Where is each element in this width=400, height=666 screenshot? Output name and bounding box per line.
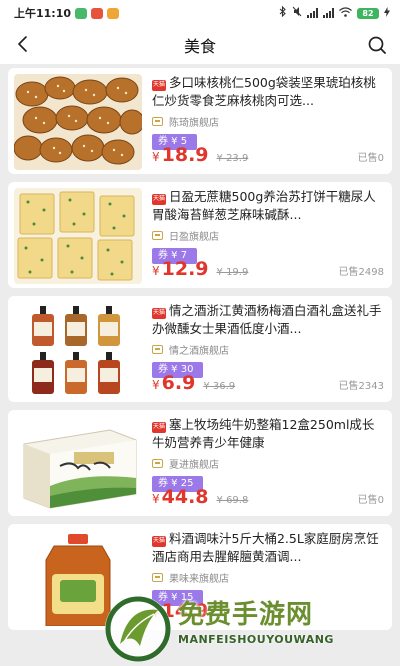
store-icon [152, 573, 163, 582]
watermark-logo-icon [105, 596, 171, 662]
product-title[interactable]: 天猫 情之酒浙江黄酒杨梅酒白酒礼盒送礼手办微醺女士果酒低度小酒... [152, 302, 384, 338]
chevron-left-icon[interactable] [14, 34, 34, 54]
product-title-text: 塞上牧场纯牛奶整箱12盒250ml成长牛奶营养青少年健康 [152, 417, 375, 450]
status-time: 上午11:10 [14, 7, 72, 20]
product-title[interactable]: 天猫 料酒调味汁5斤大桶2.5L家庭厨房烹饪酒店商用去腥解膻黄酒调... [152, 530, 384, 566]
store-icon [152, 345, 163, 354]
product-info: 天猫 日盈无蔗糖500g养治苏打饼干糖尿人胃酸海苔鲜葱芝麻味碱酥... 日盈旗舰店… [152, 188, 384, 264]
shop-name: 夏进旗舰店 [169, 460, 219, 471]
currency-symbol: ¥ [152, 150, 160, 164]
page-title: 美食 [183, 37, 216, 56]
sold-count: 已售2343 [338, 381, 384, 392]
tmall-badge: 天猫 [152, 194, 167, 205]
shop-info: 情之酒旗舰店 [152, 342, 384, 357]
product-card[interactable]: 天猫 多口味核桃仁500g袋装坚果琥珀核桃仁炒货零食芝麻核桃肉可选... 陈琦旗舰… [8, 68, 392, 174]
bluetooth-icon [279, 5, 287, 20]
app-notification-icon [75, 7, 88, 19]
product-title[interactable]: 天猫 塞上牧场纯牛奶整箱12盒250ml成长牛奶营养青少年健康 [152, 416, 384, 452]
product-title-text: 日盈无蔗糖500g养治苏打饼干糖尿人胃酸海苔鲜葱芝麻味碱酥... [152, 189, 376, 222]
shop-info: 日盈旗舰店 [152, 228, 384, 243]
sold-count: 已售0 [357, 153, 384, 164]
product-image-wine[interactable] [14, 302, 142, 398]
search-icon[interactable] [366, 34, 388, 56]
signal-icon [323, 8, 334, 18]
app-notification-icon [107, 7, 120, 19]
original-price: ¥ 69.8 [216, 495, 249, 506]
status-icons: 82 [279, 5, 390, 20]
original-price: ¥ 19.9 [216, 267, 249, 278]
watermark-subtitle: MANFEISHOUYOUWANG [178, 633, 334, 646]
product-list: 天猫 多口味核桃仁500g袋装坚果琥珀核桃仁炒货零食芝麻核桃肉可选... 陈琦旗舰… [0, 64, 400, 666]
app-notification-icon [91, 7, 104, 19]
sold-count: 已售0 [357, 495, 384, 506]
shop-name: 陈琦旗舰店 [169, 118, 219, 129]
product-card[interactable]: 天猫 情之酒浙江黄酒杨梅酒白酒礼盒送礼手办微醺女士果酒低度小酒... 情之酒旗舰店… [8, 296, 392, 402]
tmall-badge: 天猫 [152, 80, 167, 91]
tmall-badge: 天猫 [152, 422, 167, 433]
product-card[interactable]: 天猫 日盈无蔗糖500g养治苏打饼干糖尿人胃酸海苔鲜葱芝麻味碱酥... 日盈旗舰店… [8, 182, 392, 288]
shop-info: 果味来旗舰店 [152, 570, 384, 585]
status-bar: 上午11:10 82 [0, 0, 400, 26]
signal-icon [307, 8, 318, 18]
product-title-text: 情之酒浙江黄酒杨梅酒白酒礼盒送礼手办微醺女士果酒低度小酒... [152, 303, 382, 336]
price: 18.9 [161, 144, 209, 166]
site-watermark: 免费手游网 MANFEISHOUYOUWANG [100, 592, 400, 666]
product-title-text: 多口味核桃仁500g袋装坚果琥珀核桃仁炒货零食芝麻核桃肉可选... [152, 75, 376, 108]
silent-icon [292, 6, 302, 20]
product-title-text: 料酒调味汁5斤大桶2.5L家庭厨房烹饪酒店商用去腥解膻黄酒调... [152, 531, 379, 564]
currency-symbol: ¥ [152, 264, 160, 278]
price-row: ¥ 44.8 ¥ 69.8 已售0 [152, 486, 384, 510]
tmall-badge: 天猫 [152, 308, 167, 319]
original-price: ¥ 36.9 [203, 381, 236, 392]
product-image-milk[interactable] [14, 416, 142, 512]
original-price: ¥ 23.9 [216, 153, 249, 164]
store-icon [152, 231, 163, 240]
app-header: 美食 [0, 26, 400, 64]
product-title[interactable]: 天猫 日盈无蔗糖500g养治苏打饼干糖尿人胃酸海苔鲜葱芝麻味碱酥... [152, 188, 384, 224]
shop-name: 果味来旗舰店 [169, 574, 229, 585]
product-info: 天猫 情之酒浙江黄酒杨梅酒白酒礼盒送礼手办微醺女士果酒低度小酒... 情之酒旗舰店… [152, 302, 384, 378]
price: 12.9 [161, 258, 209, 280]
product-image-crackers[interactable] [14, 188, 142, 284]
charging-icon [384, 6, 390, 20]
sold-count: 已售2498 [338, 267, 384, 278]
shop-name: 日盈旗舰店 [169, 232, 219, 243]
currency-symbol: ¥ [152, 378, 160, 392]
store-icon [152, 459, 163, 468]
shop-name: 情之酒旗舰店 [169, 346, 229, 357]
wifi-icon [339, 6, 352, 20]
price-row: ¥ 12.9 ¥ 19.9 已售2498 [152, 258, 384, 282]
tmall-badge: 天猫 [152, 536, 167, 547]
store-icon [152, 117, 163, 126]
product-title[interactable]: 天猫 多口味核桃仁500g袋装坚果琥珀核桃仁炒货零食芝麻核桃肉可选... [152, 74, 384, 110]
price-row: ¥ 18.9 ¥ 23.9 已售0 [152, 144, 384, 168]
watermark-title: 免费手游网 [178, 600, 314, 630]
shop-info: 陈琦旗舰店 [152, 114, 384, 129]
price: 44.8 [161, 486, 209, 508]
currency-symbol: ¥ [152, 492, 160, 506]
battery-icon: 82 [357, 7, 379, 19]
shop-info: 夏进旗舰店 [152, 456, 384, 471]
price: 6.9 [161, 372, 196, 394]
product-info: 天猫 塞上牧场纯牛奶整箱12盒250ml成长牛奶营养青少年健康 夏进旗舰店 券 ¥… [152, 416, 384, 492]
product-info: 天猫 多口味核桃仁500g袋装坚果琥珀核桃仁炒货零食芝麻核桃肉可选... 陈琦旗舰… [152, 74, 384, 150]
product-image-walnuts[interactable] [14, 74, 142, 170]
price-row: ¥ 6.9 ¥ 36.9 已售2343 [152, 372, 384, 396]
product-card[interactable]: 天猫 塞上牧场纯牛奶整箱12盒250ml成长牛奶营养青少年健康 夏进旗舰店 券 ¥… [8, 410, 392, 516]
